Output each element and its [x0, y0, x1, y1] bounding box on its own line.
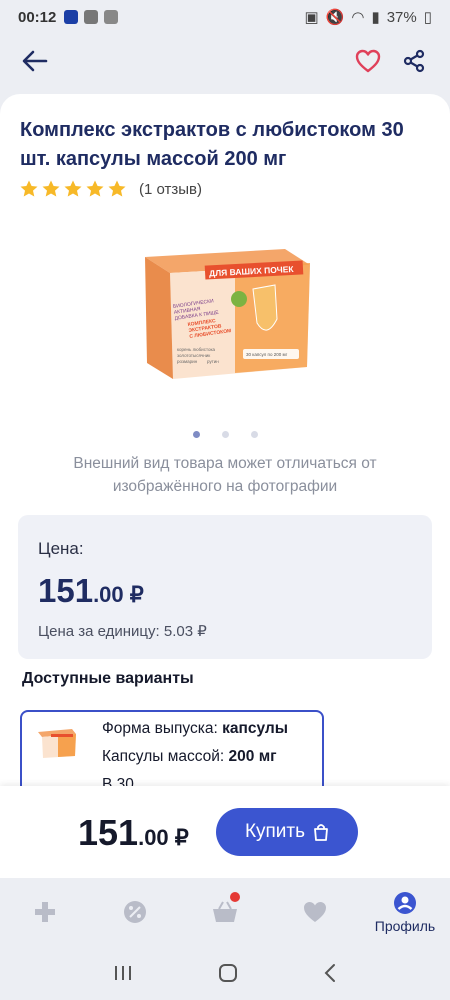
back-nav-icon[interactable] — [322, 962, 338, 984]
nav-discounts[interactable] — [90, 878, 180, 946]
nav-profile[interactable]: Профиль — [360, 878, 450, 946]
product-image[interactable]: ДЛЯ ВАШИХ ПОЧЕК БИОЛОГИЧЕСКИ АКТИВНАЯ ДО… — [135, 239, 315, 389]
variant-mass: Капсулы массой: 200 мг — [102, 748, 277, 766]
price-box: Цена: 151.00 ₽ Цена за единицу: 5.03 ₽ — [18, 515, 432, 659]
star-icon — [64, 180, 82, 197]
bottom-nav: Профиль — [0, 878, 450, 946]
basket-icon — [213, 901, 237, 922]
home-icon[interactable] — [217, 962, 239, 984]
pager-dot[interactable] — [221, 431, 229, 438]
recent-apps-icon[interactable] — [112, 963, 134, 983]
buy-bar: 151.00 ₽ Купить — [0, 786, 450, 878]
price-value: 151.00 ₽ — [38, 572, 144, 610]
star-icon — [42, 180, 60, 197]
buy-price-fraction: .00 ₽ — [138, 825, 189, 850]
wifi-icon: ◠ — [351, 9, 365, 26]
variant-mass-value: 200 мг — [228, 748, 277, 765]
discount-icon — [124, 901, 146, 923]
top-bar — [0, 34, 450, 94]
price-label: Цена: — [38, 539, 84, 558]
buy-price-integer: 151 — [78, 812, 139, 853]
app-notification-icon — [64, 10, 79, 24]
image-pager[interactable] — [0, 431, 450, 438]
variant-thumbnail — [38, 729, 76, 758]
image-disclaimer: Внешний вид товара может отличаться от и… — [73, 455, 377, 495]
product-title: Комплекс экстрактов с любистоком 30 шт. … — [20, 119, 404, 170]
reviews-count[interactable]: (1 отзыв) — [139, 181, 202, 198]
signal-icon: ▮ — [371, 9, 380, 26]
favorite-button[interactable] — [350, 43, 386, 79]
profile-icon — [394, 891, 416, 914]
battery-icon: ▯ — [423, 9, 432, 26]
status-bar: 00:12 ▣ 🔇 ◠ ▮ 37% ▯ — [0, 0, 450, 34]
checkbox-notification-icon — [104, 10, 119, 24]
arrow-left-icon — [22, 50, 48, 72]
package-bullet: корень любистока — [177, 347, 216, 352]
cart-badge-dot — [230, 892, 240, 902]
variant-card[interactable]: Форма выпуска: капсулы Капсулы массой: 2… — [20, 710, 324, 794]
variants-title: Доступные варианты — [22, 670, 194, 687]
system-nav-bar — [0, 946, 450, 1000]
product-card: Комплекс экстрактов с любистоком 30 шт. … — [0, 94, 450, 794]
product-rating[interactable]: (1 отзыв) — [19, 179, 202, 199]
package-capsules: 30 капсул по 200 мг — [246, 352, 288, 357]
buy-price: 151.00 ₽ — [78, 812, 189, 854]
variant-mass-label: Капсулы массой: — [102, 748, 225, 765]
variant-form: Форма выпуска: капсулы — [102, 720, 288, 738]
app-notification-icon — [84, 10, 99, 24]
buy-button[interactable]: Купить — [216, 808, 358, 856]
status-time: 00:12 — [18, 8, 57, 26]
buy-button-label: Купить — [244, 821, 306, 842]
mute-icon: 🔇 — [325, 9, 345, 26]
share-icon — [403, 49, 425, 73]
package-bullet: золототысячник — [177, 353, 210, 358]
heart-icon — [304, 902, 326, 922]
medical-cross-icon — [35, 902, 55, 922]
star-icon — [86, 180, 104, 197]
nav-catalog[interactable] — [0, 878, 90, 946]
nav-cart[interactable] — [180, 878, 270, 946]
star-icon — [108, 180, 126, 197]
pager-dot[interactable] — [250, 431, 258, 438]
unit-price: Цена за единицу: 5.03 ₽ — [38, 623, 207, 640]
price-integer: 151 — [38, 572, 94, 609]
variant-form-value: капсулы — [222, 720, 288, 737]
shopping-bag-icon — [314, 824, 328, 841]
battery-percent: 37% — [386, 8, 417, 26]
share-button[interactable] — [396, 43, 432, 79]
nav-favorites[interactable] — [270, 878, 360, 946]
star-icon — [20, 180, 38, 197]
package-bullet: рутин — [207, 359, 219, 364]
nav-profile-label: Профиль — [374, 917, 436, 934]
variant-form-label: Форма выпуска: — [102, 720, 218, 737]
pager-dot[interactable] — [192, 431, 200, 438]
heart-icon — [355, 49, 381, 73]
price-fraction: .00 ₽ — [93, 582, 144, 607]
package-bullet: розмарин — [177, 359, 198, 364]
back-button[interactable] — [17, 43, 53, 79]
battery-saver-icon: ▣ — [304, 9, 319, 26]
